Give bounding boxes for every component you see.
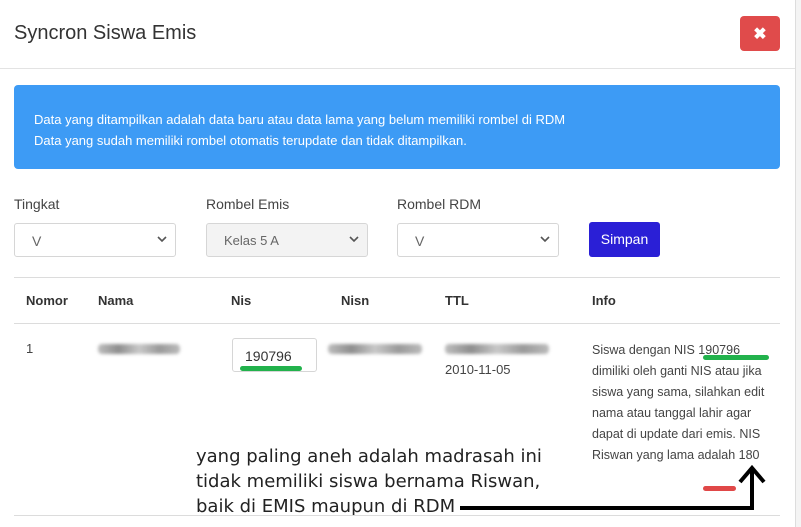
close-button[interactable]: ✖ <box>740 16 780 51</box>
rombel-emis-label: Rombel Emis <box>206 196 290 212</box>
nis-input-value: 190796 <box>245 348 292 364</box>
alert-line-1: Data yang ditampilkan adalah data baru a… <box>34 112 566 127</box>
ttl-date: 2010-11-05 <box>445 362 511 377</box>
arrow-icon <box>460 464 766 510</box>
save-button[interactable]: Simpan <box>589 222 660 257</box>
rombel-emis-select-value: Kelas 5 A <box>224 233 279 248</box>
header-info: Info <box>592 293 616 308</box>
redacted-birthplace <box>445 344 549 354</box>
scrollbar[interactable] <box>795 0 801 527</box>
tingkat-select-value: V <box>32 233 42 249</box>
rombel-emis-select[interactable]: Kelas 5 A <box>206 223 368 257</box>
chevron-down-icon <box>157 236 167 243</box>
redacted-nisn <box>328 344 422 354</box>
rombel-rdm-label: Rombel RDM <box>397 196 482 212</box>
modal-title: Syncron Siswa Emis <box>14 22 197 44</box>
chevron-down-icon <box>540 236 550 243</box>
alert-line-2: Data yang sudah memiliki rombel otomatis… <box>34 133 467 148</box>
info-alert: Data yang ditampilkan adalah data baru a… <box>14 85 780 169</box>
row-nomor: 1 <box>26 341 34 356</box>
header-nomor: Nomor <box>26 293 68 308</box>
table-top-border <box>14 277 780 278</box>
rombel-rdm-select-value: V <box>415 233 425 249</box>
table-header-border <box>14 323 780 324</box>
header-nisn: Nisn <box>341 293 370 308</box>
close-icon: ✖ <box>753 25 767 43</box>
header-ttl: TTL <box>445 293 469 308</box>
tingkat-select[interactable]: V <box>14 223 176 257</box>
header-nis: Nis <box>231 293 252 308</box>
green-underline-nis <box>240 366 302 371</box>
redacted-nama <box>98 344 180 354</box>
chevron-down-icon <box>349 236 359 243</box>
green-underline-info <box>703 355 769 360</box>
rombel-rdm-select[interactable]: V <box>397 223 559 257</box>
table-bottom-border <box>14 515 780 516</box>
tingkat-label: Tingkat <box>14 196 60 212</box>
header-nama: Nama <box>98 293 134 308</box>
modal-header: Syncron Siswa Emis ✖ <box>0 0 801 69</box>
